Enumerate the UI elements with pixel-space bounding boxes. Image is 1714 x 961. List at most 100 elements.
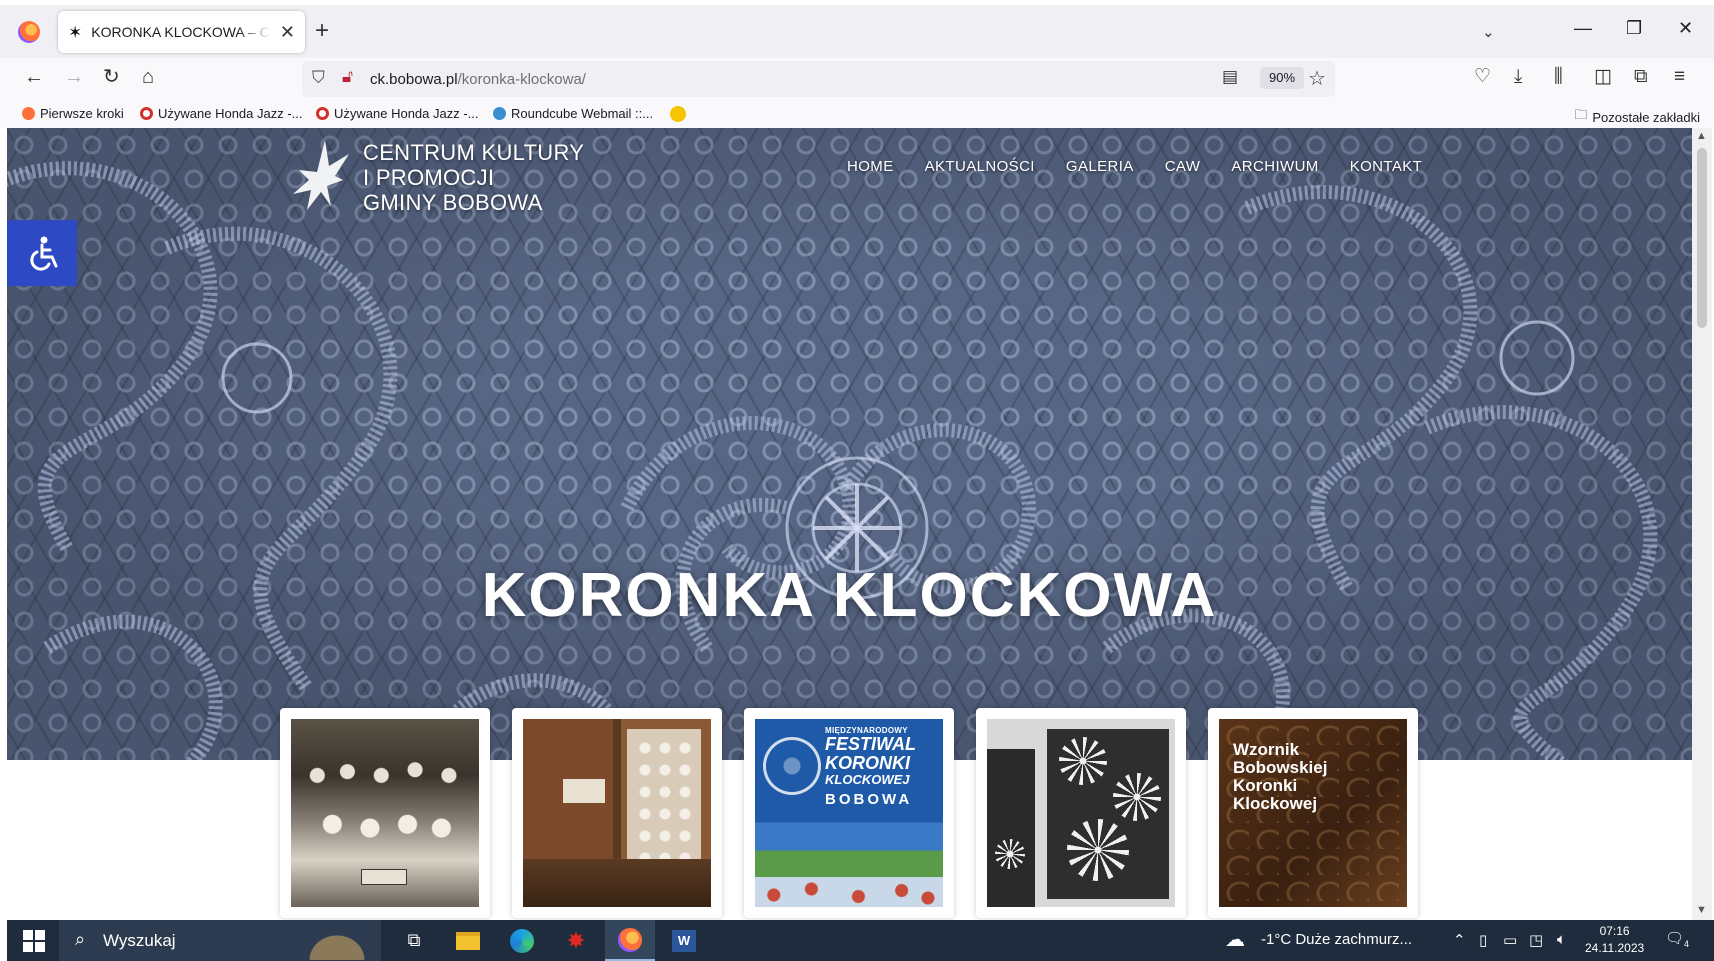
- extensions-icon[interactable]: ⧉: [1634, 67, 1648, 86]
- file-explorer-icon[interactable]: [443, 920, 493, 961]
- tray-chevron-icon[interactable]: ⌃: [1453, 931, 1466, 949]
- home-icon[interactable]: ⌂: [142, 67, 154, 87]
- photo-paper: [563, 779, 605, 803]
- site-logo[interactable]: CENTRUM KULTURY I PROMOCJI GMINY BOBOWA: [287, 136, 584, 218]
- firefox-favicon-icon: [22, 107, 35, 120]
- card-exhibition[interactable]: [512, 708, 722, 918]
- restore-icon[interactable]: ❐: [1626, 19, 1642, 37]
- tray-device-icon[interactable]: ▯: [1479, 931, 1487, 949]
- reload-icon[interactable]: ↻: [103, 67, 120, 87]
- hero-banner: CENTRUM KULTURY I PROMOCJI GMINY BOBOWA …: [7, 128, 1692, 760]
- accessibility-button[interactable]: [7, 220, 77, 286]
- notifications-icon[interactable]: 🗨︎4: [1665, 929, 1689, 949]
- search-icon: ⌕: [75, 929, 86, 949]
- task-view-icon[interactable]: ⧉: [389, 920, 439, 961]
- edge-icon[interactable]: [497, 920, 547, 961]
- browser-tab-strip: ✶ KORONKA KLOCKOWA – Centrum Kultury ✕ +…: [0, 0, 1714, 58]
- clock-date: 24.11.2023: [1585, 941, 1645, 955]
- photo-panel: [627, 729, 701, 869]
- back-icon[interactable]: ←: [24, 67, 44, 87]
- red-app-icon[interactable]: ✸: [551, 920, 601, 961]
- list-all-tabs-icon[interactable]: ⌄: [1482, 23, 1495, 41]
- historic-lacemakers-photo: [291, 719, 479, 907]
- site-main-menu: HOME AKTUALNOŚCI GALERIA CAW ARCHIWUM KO…: [847, 158, 1422, 175]
- forward-icon[interactable]: →: [64, 67, 84, 87]
- tray-network-icon[interactable]: ▭: [1503, 931, 1517, 949]
- menu-item-home[interactable]: HOME: [847, 158, 894, 175]
- card-festival[interactable]: MIĘDZYNARODOWY FESTIWAL KORONKI KLOCKOWE…: [744, 708, 954, 918]
- bookmark-item[interactable]: Pierwsze kroki: [22, 106, 124, 121]
- url-text[interactable]: ck.bobowa.pl/koronka-klockowa/: [370, 71, 586, 88]
- tab-close-icon[interactable]: ✕: [280, 23, 295, 41]
- firefox-taskbar-icon[interactable]: [605, 920, 655, 961]
- photo-board: [987, 749, 1035, 907]
- otomoto-favicon-icon: [316, 107, 329, 120]
- card-historic-photo[interactable]: [280, 708, 490, 918]
- bookmark-label: Roundcube Webmail ::...: [511, 106, 654, 121]
- festival-poster-text: MIĘDZYNARODOWY FESTIWAL KORONKI KLOCKOWE…: [825, 726, 937, 808]
- volume-icon[interactable]: 🔈︎: [1557, 931, 1566, 948]
- pegasus-favicon-icon: ✶: [68, 22, 83, 42]
- card-lace-boards[interactable]: [976, 708, 1186, 918]
- tracking-shield-icon[interactable]: ⛉: [312, 68, 325, 88]
- weather-text[interactable]: -1°C Duże zachmurz...: [1261, 931, 1412, 948]
- menu-item-kontakt[interactable]: KONTAKT: [1350, 158, 1423, 175]
- pegasus-logo-icon: [293, 140, 349, 210]
- close-window-icon[interactable]: ✕: [1678, 19, 1693, 37]
- url-path: /koronka-klockowa/: [457, 71, 586, 88]
- weather-icon: ☁: [1225, 929, 1245, 951]
- roundcube-favicon-icon: [493, 107, 506, 120]
- other-bookmarks-folder[interactable]: 🗀︎ Pozostałe zakładki: [1574, 106, 1700, 128]
- new-tab-button[interactable]: +: [315, 19, 329, 43]
- scroll-up-icon[interactable]: ▲: [1696, 130, 1707, 142]
- windows-start-icon[interactable]: [23, 930, 45, 952]
- poster-line: FESTIWAL: [825, 734, 916, 755]
- photo-table: [523, 859, 711, 907]
- pocket-icon[interactable]: ♡: [1474, 67, 1491, 86]
- taskbar-search[interactable]: ⌕ Wyszukaj: [59, 920, 381, 961]
- taskbar-clock[interactable]: 07:16 24.11.2023: [1585, 923, 1644, 957]
- url-domain: ck.bobowa.pl: [370, 71, 458, 88]
- menu-item-archiwum[interactable]: ARCHIWUM: [1231, 158, 1318, 175]
- poster-town-roofs: [755, 877, 943, 907]
- menu-item-caw[interactable]: CAW: [1165, 158, 1201, 175]
- bookmark-item[interactable]: Roundcube Webmail ::...: [493, 106, 653, 121]
- site-logo-text: CENTRUM KULTURY I PROMOCJI GMINY BOBOWA: [363, 140, 584, 215]
- menu-item-galeria[interactable]: GALERIA: [1066, 158, 1134, 175]
- yellow-favicon-icon: [670, 106, 686, 122]
- zoom-level-button[interactable]: 90%: [1260, 67, 1305, 89]
- page-scrollbar[interactable]: ▲ ▼: [1692, 128, 1712, 920]
- sidebar-icon[interactable]: ◫: [1594, 67, 1612, 86]
- url-bar[interactable]: ⛉ 🔓︎ ck.bobowa.pl/koronka-klockowa/ ▤ 90…: [302, 61, 1335, 97]
- screen: ✶ KORONKA KLOCKOWA – Centrum Kultury ✕ +…: [0, 0, 1714, 961]
- menu-hamburger-icon[interactable]: ≡: [1674, 67, 1685, 86]
- logo-line: GMINY BOBOWA: [363, 189, 543, 215]
- insecure-lock-icon[interactable]: 🔓︎: [342, 67, 353, 87]
- search-placeholder: Wyszukaj: [103, 931, 176, 950]
- firefox-icon[interactable]: [18, 21, 40, 43]
- card-pattern-book[interactable]: Wzornik Bobowskiej Koronki Klockowej: [1208, 708, 1418, 918]
- bookmark-item[interactable]: [670, 106, 686, 122]
- minimize-icon[interactable]: —: [1574, 19, 1592, 37]
- bookmark-item[interactable]: Używane Honda Jazz -...: [140, 106, 303, 121]
- browser-tab-active[interactable]: ✶ KORONKA KLOCKOWA – Centrum Kultury ✕: [58, 11, 305, 53]
- lace-flake: [1113, 773, 1161, 821]
- wheelchair-icon: [30, 236, 58, 271]
- tray-display-icon[interactable]: ◳: [1529, 931, 1543, 949]
- downloads-icon[interactable]: ⤓: [1514, 67, 1522, 86]
- word-icon[interactable]: W: [659, 920, 709, 961]
- reader-view-icon[interactable]: ▤: [1222, 67, 1238, 87]
- page-viewport: CENTRUM KULTURY I PROMOCJI GMINY BOBOWA …: [7, 128, 1692, 920]
- category-cards: MIĘDZYNARODOWY FESTIWAL KORONKI KLOCKOWE…: [280, 708, 1418, 918]
- tab-title: KORONKA KLOCKOWA – Centrum Kultury: [91, 24, 271, 40]
- search-highlight-art: [299, 926, 375, 960]
- scroll-down-icon[interactable]: ▼: [1696, 904, 1707, 916]
- scroll-thumb[interactable]: [1697, 148, 1707, 328]
- browser-navbar: ← → ↻ ⌂ ⛉ 🔓︎ ck.bobowa.pl/koronka-klocko…: [0, 58, 1714, 100]
- library-icon[interactable]: ⫼: [1554, 67, 1563, 86]
- bookmark-star-icon[interactable]: ☆: [1308, 66, 1326, 91]
- menu-item-aktualnosci[interactable]: AKTUALNOŚCI: [925, 158, 1035, 175]
- bookmark-label: Używane Honda Jazz -...: [334, 106, 479, 121]
- lace-boards-photo: [987, 719, 1175, 907]
- bookmark-item[interactable]: Używane Honda Jazz -...: [316, 106, 479, 121]
